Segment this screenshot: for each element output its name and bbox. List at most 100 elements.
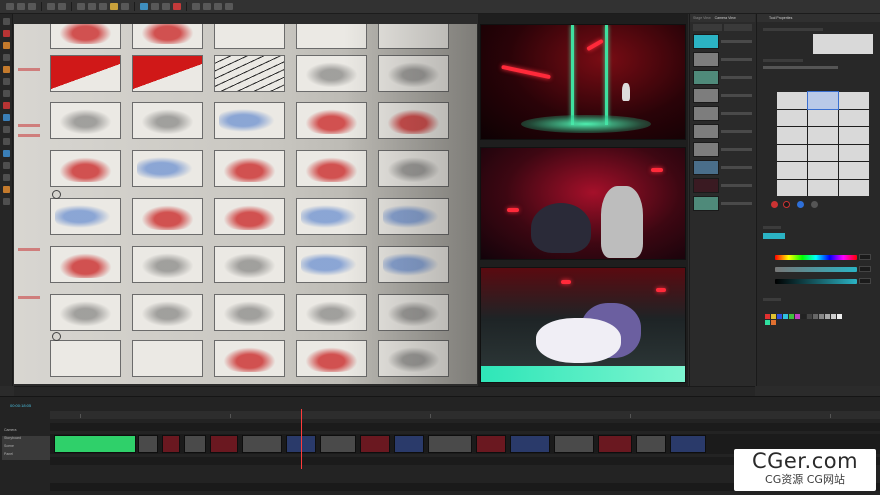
hand-icon[interactable] — [2, 126, 10, 133]
brush-preset[interactable] — [839, 162, 869, 179]
redo-icon[interactable] — [58, 3, 66, 10]
storyboard-clip[interactable] — [138, 435, 158, 453]
selected-clip[interactable] — [54, 435, 136, 453]
brush-preset-selected[interactable] — [807, 91, 839, 110]
palette-swatch[interactable] — [825, 314, 830, 319]
storyboard-clip[interactable] — [636, 435, 666, 453]
brush-preset[interactable] — [777, 92, 807, 109]
undo-icon[interactable] — [47, 3, 55, 10]
stroke-icon[interactable] — [2, 186, 10, 193]
brush-preset[interactable] — [808, 127, 838, 144]
palette-swatch[interactable] — [801, 314, 806, 319]
storyboard-clip[interactable] — [598, 435, 632, 453]
brush-preset[interactable] — [777, 162, 807, 179]
thumbnail-toolbar-button[interactable] — [693, 24, 722, 31]
text-icon[interactable] — [2, 90, 10, 97]
contour-icon[interactable] — [2, 198, 10, 205]
brush-preset[interactable] — [808, 109, 838, 126]
thumbnail-item[interactable] — [693, 105, 752, 122]
tab-stage-view[interactable]: Stage View — [693, 16, 711, 20]
palette-swatch[interactable] — [765, 314, 770, 319]
thumbnail-item[interactable] — [693, 69, 752, 86]
transform-tool-icon[interactable] — [88, 3, 96, 10]
storyboard-clip[interactable] — [320, 435, 356, 453]
brush-preset[interactable] — [777, 127, 807, 144]
stroke-color-swatch[interactable] — [771, 201, 778, 208]
transform-icon[interactable] — [2, 162, 10, 169]
play-icon[interactable] — [151, 3, 159, 10]
thumbnail-item[interactable] — [693, 195, 752, 212]
brush-icon[interactable] — [2, 30, 10, 37]
hue-slider[interactable] — [775, 255, 857, 260]
brush-preset[interactable] — [839, 179, 869, 196]
palette-swatch[interactable] — [771, 320, 776, 325]
palette-swatch[interactable] — [771, 314, 776, 319]
paint-icon[interactable] — [2, 102, 10, 109]
hue-value-field[interactable] — [859, 254, 871, 260]
brush-tool-icon[interactable] — [121, 3, 129, 10]
record-icon[interactable] — [173, 3, 181, 10]
camera-icon[interactable] — [2, 174, 10, 181]
palette-swatch[interactable] — [783, 314, 788, 319]
brush-preset[interactable] — [839, 127, 869, 144]
pencil-tool-icon[interactable] — [110, 3, 118, 10]
palette-swatch[interactable] — [765, 320, 770, 325]
eyedropper-icon[interactable] — [2, 114, 10, 121]
stop-icon[interactable] — [162, 3, 170, 10]
layout-icon[interactable] — [225, 3, 233, 10]
storyboard-clip[interactable] — [428, 435, 472, 453]
storyboard-clip[interactable] — [162, 435, 180, 453]
shape-icon[interactable] — [2, 78, 10, 85]
storyboard-clip[interactable] — [510, 435, 550, 453]
tab-tool-properties[interactable]: Tool Properties — [769, 16, 792, 20]
camera-view[interactable] — [478, 14, 688, 386]
current-color-swatch[interactable] — [763, 233, 785, 239]
brush-preset[interactable] — [777, 179, 807, 196]
brush-preset[interactable] — [808, 144, 838, 161]
saturation-value-field[interactable] — [859, 266, 871, 272]
palette-swatch[interactable] — [795, 314, 800, 319]
brush-size-slider[interactable] — [763, 66, 838, 69]
select-icon[interactable] — [2, 18, 10, 25]
thumbnail-item[interactable] — [693, 177, 752, 194]
thumbnail-item[interactable] — [693, 87, 752, 104]
palette-swatch[interactable] — [789, 314, 794, 319]
tab-camera-view[interactable]: Camera View — [715, 16, 736, 20]
select-tool-icon[interactable] — [77, 3, 85, 10]
save-icon[interactable] — [28, 3, 36, 10]
saturation-slider[interactable] — [775, 267, 857, 272]
pencil-icon[interactable] — [2, 42, 10, 49]
brush-preset[interactable] — [839, 109, 869, 126]
palette-swatch[interactable] — [777, 314, 782, 319]
storyboard-clip[interactable] — [242, 435, 282, 453]
storyboard-clip[interactable] — [394, 435, 424, 453]
open-icon[interactable] — [17, 3, 25, 10]
storyboard-clip[interactable] — [476, 435, 506, 453]
palette-swatch[interactable] — [807, 314, 812, 319]
camera-track[interactable] — [50, 423, 880, 431]
value-value-field[interactable] — [859, 278, 871, 284]
camera-tool-icon[interactable] — [99, 3, 107, 10]
eraser-icon[interactable] — [2, 54, 10, 61]
thumbnail-item[interactable] — [693, 123, 752, 140]
brush-preset[interactable] — [808, 162, 838, 179]
new-icon[interactable] — [6, 3, 14, 10]
texture-icon[interactable] — [797, 201, 804, 208]
storyboard-clip[interactable] — [360, 435, 390, 453]
playhead[interactable] — [301, 409, 302, 469]
thumbnail-item[interactable] — [693, 33, 752, 50]
onion-skin-icon[interactable] — [140, 3, 148, 10]
fill-color-swatch[interactable] — [783, 201, 790, 208]
brush-preset[interactable] — [777, 109, 807, 126]
grid-icon[interactable] — [214, 3, 222, 10]
timeline-ruler[interactable] — [50, 411, 880, 419]
brush-preset[interactable] — [808, 179, 838, 196]
thumbnail-toolbar-button[interactable] — [723, 24, 752, 31]
thumbnail-item[interactable] — [693, 141, 752, 158]
zoom-icon[interactable] — [2, 138, 10, 145]
cutter-icon[interactable] — [2, 66, 10, 73]
storyboard-clip[interactable] — [184, 435, 206, 453]
value-slider[interactable] — [775, 279, 857, 284]
brush-preset[interactable] — [839, 144, 869, 161]
brush-preset[interactable] — [777, 144, 807, 161]
